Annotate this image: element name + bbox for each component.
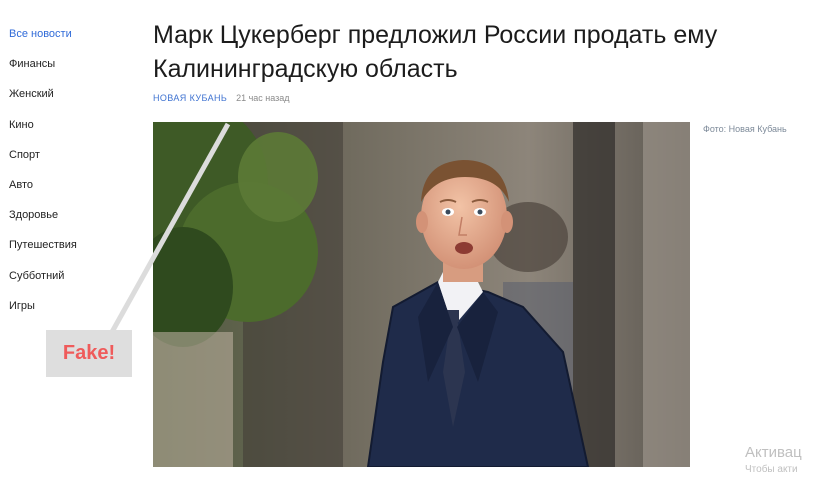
article-timestamp: 21 час назад [236,93,290,103]
sidebar-item-cinema[interactable]: Кино [9,110,139,140]
watermark-title: Активац [745,444,802,461]
watermark-subtitle: Чтобы акти [745,464,798,475]
photo-credit: Фото: Новая Кубань [703,124,787,134]
sidebar-item-womens[interactable]: Женский [9,79,139,109]
sidebar-item-finance[interactable]: Финансы [9,49,139,79]
article-photo-illustration [153,122,690,467]
article-photo [153,122,690,467]
os-activation-watermark: Активац Чтобы акти [745,444,802,478]
sidebar-item-auto[interactable]: Авто [9,170,139,200]
sidebar-item-health[interactable]: Здоровье [9,200,139,230]
article-source-link[interactable]: НОВАЯ КУБАНЬ [153,93,227,103]
sidebar-item-saturday[interactable]: Субботний [9,261,139,291]
fake-annotation-label: Fake! [46,330,132,377]
article-meta: НОВАЯ КУБАНЬ 21 час назад [153,93,290,103]
sidebar-item-all-news[interactable]: Все новости [9,19,139,49]
sidebar-item-games[interactable]: Игры [9,291,139,321]
sidebar-item-travel[interactable]: Путешествия [9,230,139,260]
article-title: Марк Цукерберг предложил России продать … [153,21,718,83]
sidebar-nav: Все новости Финансы Женский Кино Спорт А… [9,19,139,321]
sidebar-item-sport[interactable]: Спорт [9,140,139,170]
